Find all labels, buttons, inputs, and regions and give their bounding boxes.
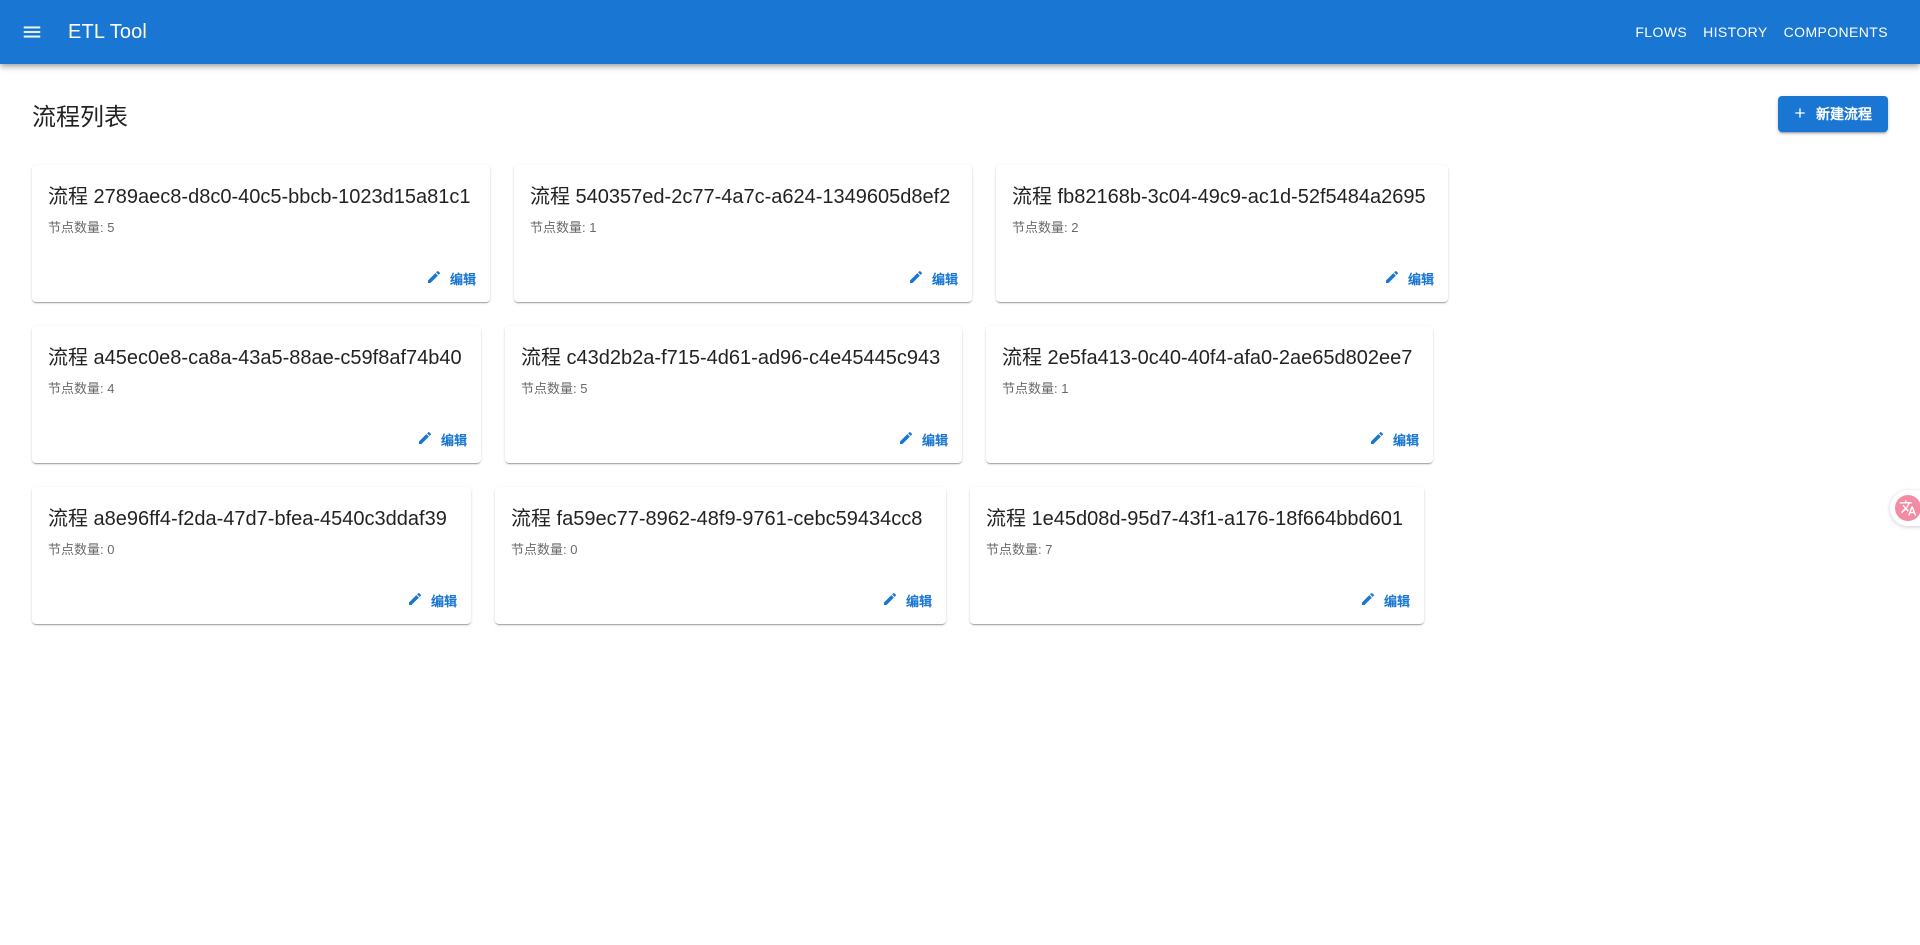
pencil-icon <box>1360 591 1376 610</box>
edit-button[interactable]: 编辑 <box>426 269 476 288</box>
flow-card: 流程 fb82168b-3c04-49c9-ac1d-52f5484a2695 … <box>996 165 1448 302</box>
pencil-icon <box>898 430 914 449</box>
node-count: 节点数量: 1 <box>530 220 597 235</box>
edit-label: 编辑 <box>1407 272 1434 287</box>
edit-button[interactable]: 编辑 <box>908 269 958 288</box>
flow-title: 流程 1e45d08d-95d7-43f1-a176-18f664bbd601 <box>986 508 1404 530</box>
pencil-icon <box>882 591 898 610</box>
edit-label: 编辑 <box>440 433 467 448</box>
plus-icon <box>1792 105 1808 124</box>
new-flow-button[interactable]: 新建流程 <box>1778 96 1888 132</box>
nav-components[interactable]: COMPONENTS <box>1776 18 1896 46</box>
node-count: 节点数量: 5 <box>48 220 115 235</box>
flow-title: 流程 2e5fa413-0c40-40f4-afa0-2ae65d802ee7 <box>1002 347 1413 369</box>
edit-button[interactable]: 编辑 <box>1360 591 1410 610</box>
node-count: 节点数量: 5 <box>521 381 588 396</box>
pencil-icon <box>908 269 924 288</box>
flow-title: 流程 2789aec8-d8c0-40c5-bbcb-1023d15a81c1 <box>48 186 471 208</box>
flow-row: 流程 a8e96ff4-f2da-47d7-bfea-4540c3ddaf39 … <box>32 487 1448 624</box>
flow-card: 流程 fa59ec77-8962-48f9-9761-cebc59434cc8 … <box>495 487 946 624</box>
edit-label: 编辑 <box>905 594 932 609</box>
menu-icon[interactable] <box>20 20 44 44</box>
edit-button[interactable]: 编辑 <box>1369 430 1419 449</box>
node-count: 节点数量: 2 <box>1012 220 1079 235</box>
edit-button[interactable]: 编辑 <box>417 430 467 449</box>
translate-widget[interactable] <box>1890 490 1920 526</box>
new-flow-label: 新建流程 <box>1816 106 1872 122</box>
nav-history[interactable]: HISTORY <box>1695 18 1776 46</box>
flow-row: 流程 a45ec0e8-ca8a-43a5-88ae-c59f8af74b40 … <box>32 326 1448 463</box>
pencil-icon <box>417 430 433 449</box>
edit-label: 编辑 <box>1383 594 1410 609</box>
flow-card: 流程 540357ed-2c77-4a7c-a624-1349605d8ef2 … <box>514 165 972 302</box>
edit-label: 编辑 <box>449 272 476 287</box>
node-count: 节点数量: 1 <box>1002 381 1069 396</box>
page-header: 流程列表 新建流程 <box>32 94 1888 134</box>
flow-list: 流程 2789aec8-d8c0-40c5-bbcb-1023d15a81c1 … <box>32 165 1448 648</box>
flow-card: 流程 2e5fa413-0c40-40f4-afa0-2ae65d802ee7 … <box>986 326 1433 463</box>
edit-label: 编辑 <box>1392 433 1419 448</box>
app-title: ETL Tool <box>68 20 148 43</box>
app-bar: ETL Tool FLOWS HISTORY COMPONENTS <box>0 0 1920 64</box>
flow-card: 流程 1e45d08d-95d7-43f1-a176-18f664bbd601 … <box>970 487 1424 624</box>
pencil-icon <box>1384 269 1400 288</box>
edit-button[interactable]: 编辑 <box>898 430 948 449</box>
node-count: 节点数量: 4 <box>48 381 115 396</box>
flow-card: 流程 a8e96ff4-f2da-47d7-bfea-4540c3ddaf39 … <box>32 487 471 624</box>
edit-button[interactable]: 编辑 <box>882 591 932 610</box>
edit-button[interactable]: 编辑 <box>407 591 457 610</box>
flow-title: 流程 a45ec0e8-ca8a-43a5-88ae-c59f8af74b40 <box>48 347 462 369</box>
edit-label: 编辑 <box>430 594 457 609</box>
node-count: 节点数量: 0 <box>511 542 578 557</box>
translate-icon <box>1895 495 1920 521</box>
edit-button[interactable]: 编辑 <box>1384 269 1434 288</box>
flow-row: 流程 2789aec8-d8c0-40c5-bbcb-1023d15a81c1 … <box>32 165 1448 302</box>
flow-card: 流程 2789aec8-d8c0-40c5-bbcb-1023d15a81c1 … <box>32 165 490 302</box>
flow-title: 流程 a8e96ff4-f2da-47d7-bfea-4540c3ddaf39 <box>48 508 447 530</box>
top-nav: FLOWS HISTORY COMPONENTS <box>1627 18 1896 46</box>
flow-title: 流程 fa59ec77-8962-48f9-9761-cebc59434cc8 <box>511 508 923 530</box>
flow-title: 流程 540357ed-2c77-4a7c-a624-1349605d8ef2 <box>530 186 951 208</box>
page-title: 流程列表 <box>32 103 128 131</box>
edit-label: 编辑 <box>931 272 958 287</box>
flow-title: 流程 fb82168b-3c04-49c9-ac1d-52f5484a2695 <box>1012 186 1426 208</box>
flow-title: 流程 c43d2b2a-f715-4d61-ad96-c4e45445c943 <box>521 347 941 369</box>
node-count: 节点数量: 7 <box>986 542 1053 557</box>
flow-card: 流程 a45ec0e8-ca8a-43a5-88ae-c59f8af74b40 … <box>32 326 481 463</box>
flow-card: 流程 c43d2b2a-f715-4d61-ad96-c4e45445c943 … <box>505 326 962 463</box>
pencil-icon <box>407 591 423 610</box>
nav-flows[interactable]: FLOWS <box>1627 18 1695 46</box>
edit-label: 编辑 <box>921 433 948 448</box>
node-count: 节点数量: 0 <box>48 542 115 557</box>
pencil-icon <box>1369 430 1385 449</box>
pencil-icon <box>426 269 442 288</box>
